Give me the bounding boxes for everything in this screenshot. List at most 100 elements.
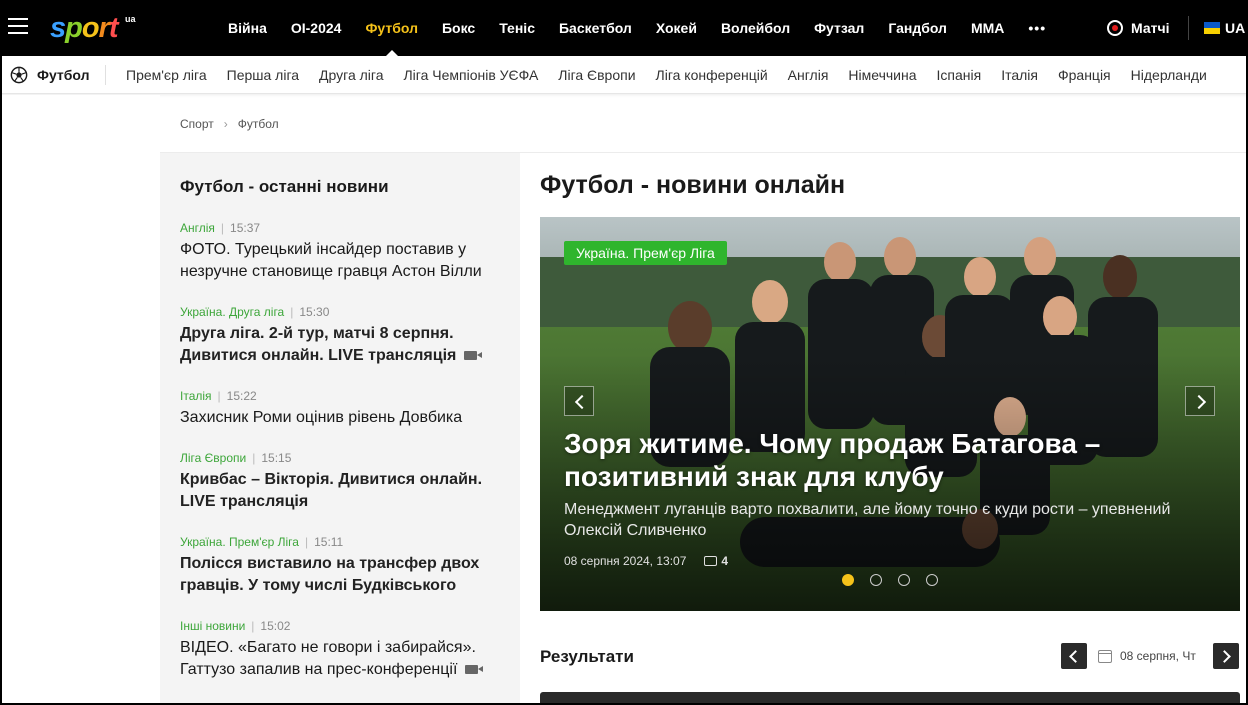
news-item[interactable]: Англія | 15:37 ФОТО. Турецький інсайдер пос… (180, 221, 500, 283)
nav-item-10[interactable]: MMA (971, 0, 1004, 56)
news-time: 15:30 (299, 305, 330, 319)
slider-dot[interactable] (898, 574, 910, 586)
nav-item-4[interactable]: Теніс (499, 0, 535, 56)
league-item-5[interactable]: Ліга конференцій (656, 67, 768, 83)
nav-item-2[interactable]: Футбол (365, 0, 418, 56)
league-item-2[interactable]: Друга ліга (319, 67, 383, 83)
video-camera-icon (465, 665, 484, 675)
separator: | (252, 451, 256, 465)
sidebar-title: Футбол - останні новини (180, 177, 389, 196)
separator: | (251, 619, 255, 633)
nav-item-1[interactable]: ОІ-2024 (291, 0, 342, 56)
news-headline[interactable]: Захисник Роми оцінив рівень Довбика (180, 407, 500, 429)
sport-nav: Війна ОІ-2024 Футбол Бокс Теніс Баскетбол Хоке… (228, 0, 1070, 56)
slider-next-button[interactable] (1185, 386, 1215, 416)
latest-news-sidebar: Футбол - останні новини Англія | 15:37 ФОТО… (160, 153, 520, 705)
news-headline[interactable]: Кривбас – Вікторія. Дивитися онлайн. LIV… (180, 469, 500, 513)
slider-dots (842, 574, 954, 586)
slider-dot[interactable] (926, 574, 938, 586)
news-meta: Інші новини | 15:02 (180, 619, 500, 633)
news-item[interactable]: Італія | 15:22 Захисник Роми оцінив рівень … (180, 389, 500, 429)
news-headline-text: Кривбас – Вікторія. Дивитися онлайн. LIV… (180, 471, 483, 510)
nav-item-6[interactable]: Хокей (656, 0, 697, 56)
main-content: Футбол - новини онлайн (540, 153, 1240, 200)
news-time: 15:02 (260, 619, 291, 633)
league-item-7[interactable]: Німеччина (848, 67, 916, 83)
hero-date: 08 серпня 2024, 13:07 (564, 554, 687, 568)
football-icon (10, 66, 28, 83)
news-headline[interactable]: ФОТО. Турецький інсайдер поставив у незр… (180, 239, 500, 283)
news-headline[interactable]: Друга ліга. 2-й тур, матчі 8 серпня. Див… (180, 323, 500, 367)
page-title: Футбол - новини онлайн (540, 171, 846, 199)
chevron-right-icon: › (223, 116, 228, 131)
slider-dot[interactable] (842, 574, 854, 586)
news-headline[interactable]: Полісся виставило на трансфер двох гравц… (180, 553, 500, 597)
top-navbar: sport ua Війна ОІ-2024 Футбол Бокс Теніс Баск… (0, 0, 1248, 56)
subnav-title[interactable]: Футбол (0, 64, 106, 85)
news-headline-text: ФОТО. Турецький інсайдер поставив у незр… (180, 241, 482, 280)
news-category[interactable]: Ліга Європи (180, 451, 246, 465)
results-table-top (540, 692, 1240, 705)
league-item-11[interactable]: Нідерланди (1131, 67, 1207, 83)
language-switch[interactable]: UA (1204, 0, 1245, 56)
breadcrumb-item-sport[interactable]: Спорт (180, 117, 214, 131)
news-category[interactable]: Англія (180, 221, 215, 235)
separator: | (290, 305, 294, 319)
news-meta: Україна. Друга ліга | 15:30 (180, 305, 500, 319)
separator: | (220, 221, 225, 235)
hero-slider[interactable]: Україна. Прем'єр Ліга Зоря житиме. Чому … (540, 217, 1240, 611)
site-logo[interactable]: sport ua (50, 12, 136, 44)
league-item-1[interactable]: Перша ліга (227, 67, 299, 83)
video-camera-icon (464, 351, 483, 361)
hero-title[interactable]: Зоря житиме. Чому продаж Батагова – пози… (564, 427, 1164, 493)
nav-item-8[interactable]: Футзал (814, 0, 864, 56)
separator: | (304, 535, 309, 549)
hero-meta: 08 серпня 2024, 13:07 4 (564, 554, 728, 568)
live-icon (1107, 20, 1123, 36)
nav-item-3[interactable]: Бокс (442, 0, 475, 56)
nav-item-5[interactable]: Баскетбол (559, 0, 632, 56)
slider-prev-button[interactable] (564, 386, 594, 416)
league-item-0[interactable]: Прем'єр ліга (126, 67, 207, 83)
news-item[interactable]: Україна. Прем'єр Ліга | 15:11 Полісся виста… (180, 535, 500, 597)
news-headline-text: ВІДЕО. «Багато не говори і забирайся». Г… (180, 639, 476, 678)
league-item-8[interactable]: Іспанія (937, 67, 982, 83)
league-item-4[interactable]: Ліга Європи (558, 67, 635, 83)
news-item[interactable]: Інші новини | 15:02 ВІДЕО. «Багато не говор… (180, 619, 500, 681)
news-headline-text: Полісся виставило на трансфер двох гравц… (180, 555, 480, 594)
slider-dot[interactable] (870, 574, 882, 586)
sub-navbar: Футбол Прем'єр ліга Перша ліга Друга ліга Л… (0, 56, 1248, 94)
news-meta: Ліга Європи | 15:15 (180, 451, 500, 465)
league-item-6[interactable]: Англія (788, 67, 829, 83)
news-meta: Італія | 15:22 (180, 389, 500, 403)
news-item[interactable]: Ліга Європи | 15:15 Кривбас – Вікторія. Див… (180, 451, 500, 513)
lang-label: UA (1225, 20, 1246, 36)
nav-item-7[interactable]: Волейбол (721, 0, 790, 56)
news-headline[interactable]: ВІДЕО. «Багато не говори і забирайся». Г… (180, 637, 500, 681)
league-item-10[interactable]: Франція (1058, 67, 1111, 83)
more-icon[interactable]: ••• (1028, 0, 1046, 56)
news-category[interactable]: Україна. Друга ліга (180, 305, 284, 319)
news-time: 15:37 (230, 221, 261, 235)
league-item-9[interactable]: Італія (1001, 67, 1038, 83)
breadcrumb: Спорт › Футбол (160, 95, 1248, 153)
news-category[interactable]: Італія (180, 389, 212, 403)
results-title: Результати (540, 647, 634, 666)
news-item[interactable]: Україна. Друга ліга | 15:30 Друга ліга. 2-й… (180, 305, 500, 367)
nav-item-9[interactable]: Гандбол (888, 0, 947, 56)
league-item-3[interactable]: Ліга Чемпіонів УЄФА (403, 67, 538, 83)
matches-link[interactable]: Матчі (1107, 0, 1170, 56)
menu-icon[interactable] (8, 18, 28, 38)
nav-item-0[interactable]: Війна (228, 0, 267, 56)
next-date-button[interactable] (1213, 643, 1239, 669)
prev-date-button[interactable] (1061, 643, 1087, 669)
news-category[interactable]: Інші новини (180, 619, 245, 633)
league-nav: Прем'єр ліга Перша ліга Друга ліга Ліга Чем… (106, 67, 1227, 83)
hero-subtitle: Менеджмент луганців варто похвалити, але… (564, 501, 1171, 539)
comment-count[interactable]: 4 (721, 554, 728, 568)
ukraine-flag-icon (1204, 22, 1220, 34)
separator: | (217, 389, 221, 403)
news-category[interactable]: Україна. Прем'єр Ліга (180, 535, 299, 549)
results-date[interactable]: 08 серпня, Чт (1098, 649, 1196, 663)
hero-category-tag[interactable]: Україна. Прем'єр Ліга (564, 241, 727, 265)
